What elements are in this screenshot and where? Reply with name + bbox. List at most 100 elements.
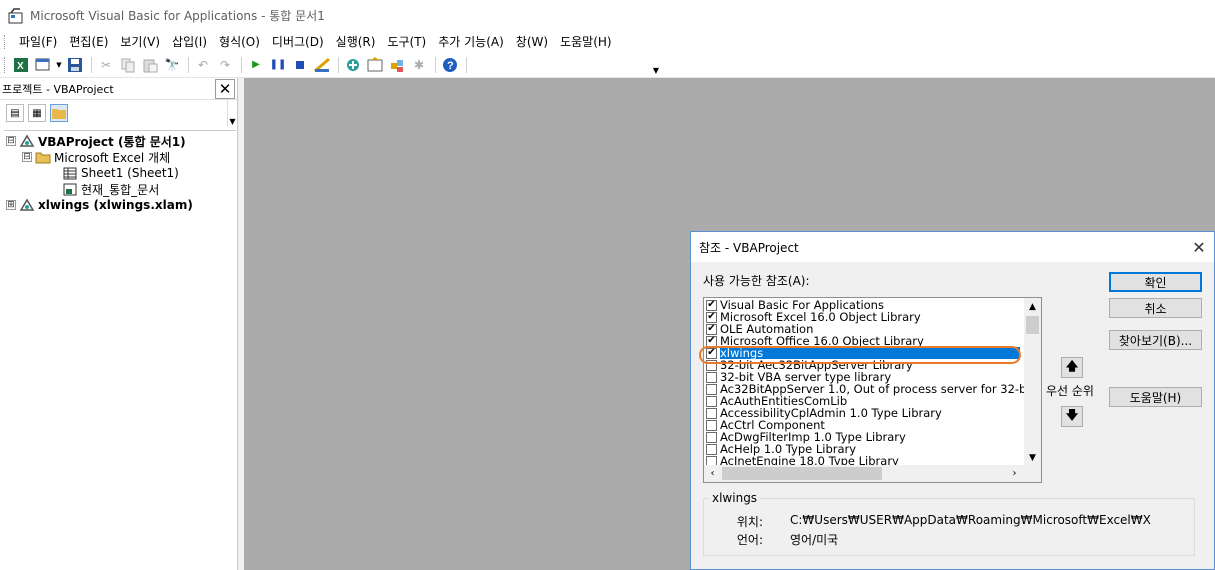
help-button[interactable]: 도움말(H) — [1109, 387, 1202, 407]
reference-checkbox[interactable] — [706, 419, 717, 431]
design-mode-icon[interactable] — [312, 55, 332, 75]
priority-label: 우선 순위 — [1046, 384, 1094, 398]
tree-item-sheet1[interactable]: Sheet1 (Sheet1) — [4, 165, 236, 181]
menubar-grip[interactable] — [4, 34, 7, 49]
menu-edit[interactable]: 편집(E) — [63, 33, 114, 50]
browse-button[interactable]: 찾아보기(B)... — [1109, 330, 1202, 350]
horizontal-scroll-thumb[interactable] — [722, 467, 882, 480]
view-excel-icon[interactable]: X — [11, 55, 31, 75]
xlwings-highlight-annotation — [699, 346, 1021, 364]
toolbox-icon[interactable]: ✱ — [409, 55, 429, 75]
scroll-down-icon[interactable]: ▼ — [1024, 449, 1041, 466]
menu-addins[interactable]: 추가 기능(A) — [432, 33, 510, 50]
tree-item-xlwings-project[interactable]: ⊞ xlwings (xlwings.xlam) — [4, 197, 236, 213]
cut-icon[interactable]: ✂ — [96, 55, 116, 75]
menu-tools[interactable]: 도구(T) — [381, 33, 432, 50]
language-row: 언어: 영어/미국 — [715, 531, 1150, 548]
location-row: 위치: C:₩Users₩USER₩AppData₩Roaming₩Micros… — [715, 513, 1152, 530]
tree-item-vbaproject[interactable]: ⊟ VBAProject (통합 문서1) — [4, 133, 236, 149]
folder-icon — [35, 150, 51, 164]
reference-checkbox[interactable]: ✔ — [706, 311, 717, 323]
dropdown-arrow-icon[interactable]: ▼ — [55, 55, 63, 75]
redo-icon[interactable]: ↷ — [215, 55, 235, 75]
view-code-icon[interactable]: ▤ — [6, 104, 24, 122]
reference-checkbox[interactable] — [706, 395, 717, 407]
project-explorer-panel: 프로젝트 - VBAProject ✕ ▤ ▦ ▼ ⊟ VBAProject (… — [0, 78, 238, 570]
references-horizontal-scrollbar[interactable]: ‹ › — [704, 465, 1041, 482]
dialog-title-bar: 참조 - VBAProject ✕ — [691, 232, 1214, 262]
menu-view[interactable]: 보기(V) — [114, 33, 166, 50]
reference-checkbox[interactable]: ✔ — [706, 323, 717, 335]
menu-bar: 파일(F) 편집(E) 보기(V) 삽입(I) 형식(O) 디버그(D) 실행(… — [0, 31, 1215, 52]
vba-app-icon — [8, 7, 24, 24]
reference-checkbox[interactable] — [706, 383, 717, 395]
menu-format[interactable]: 형식(O) — [213, 33, 266, 50]
standard-toolbar: X ▼ ✂ 🔭 ↶ ↷ ▶ ❚❚ ✱ ? ▼ — [0, 52, 1215, 78]
toolbar-options-arrow[interactable]: ▼ — [651, 55, 661, 75]
dialog-title: 참조 - VBAProject — [699, 240, 799, 255]
ok-button[interactable]: 확인 — [1109, 272, 1202, 292]
tools-scroll-arrow[interactable]: ▼ — [227, 100, 237, 126]
pause-icon[interactable]: ❚❚ — [268, 55, 288, 75]
tree-item-this-workbook[interactable]: 현재_통합_문서 — [4, 181, 236, 197]
paste-icon[interactable] — [140, 55, 160, 75]
reset-icon[interactable] — [290, 55, 310, 75]
scroll-up-icon[interactable]: ▲ — [1024, 298, 1041, 315]
object-browser-icon[interactable] — [387, 55, 407, 75]
svg-text:X: X — [17, 61, 24, 72]
toolbar-separator — [188, 56, 189, 73]
menu-run[interactable]: 실행(R) — [330, 33, 382, 50]
references-dialog: 참조 - VBAProject ✕ 사용 가능한 참조(A): ✔ Visual … — [690, 231, 1215, 570]
menu-file[interactable]: 파일(F) — [13, 33, 63, 50]
language-key: 언어: — [736, 533, 763, 547]
scroll-left-icon[interactable]: ‹ — [704, 465, 721, 482]
location-key: 위치: — [736, 515, 763, 529]
available-references-label: 사용 가능한 참조(A): — [703, 274, 810, 288]
tree-item-label: xlwings (xlwings.xlam) — [38, 198, 193, 212]
vba-project-icon — [19, 134, 35, 148]
priority-up-button[interactable]: 🡅 — [1061, 357, 1083, 378]
reference-checkbox[interactable] — [706, 443, 717, 455]
find-icon[interactable]: 🔭 — [162, 55, 182, 75]
tree-item-label: VBAProject (통합 문서1) — [38, 134, 186, 149]
help-icon[interactable]: ? — [440, 55, 460, 75]
scroll-right-icon[interactable]: › — [1006, 465, 1023, 482]
reference-checkbox[interactable] — [706, 431, 717, 443]
project-explorer-icon[interactable] — [343, 55, 363, 75]
undo-icon[interactable]: ↶ — [193, 55, 213, 75]
collapse-icon[interactable]: ⊟ — [22, 152, 32, 162]
run-icon[interactable]: ▶ — [246, 55, 266, 75]
menu-insert[interactable]: 삽입(I) — [166, 33, 213, 50]
reference-checkbox[interactable]: ✔ — [706, 335, 717, 347]
tree-item-label: Microsoft Excel 개체 — [54, 150, 171, 165]
sheet-icon — [62, 166, 78, 180]
expand-icon[interactable]: ⊞ — [6, 200, 16, 210]
properties-window-icon[interactable] — [365, 55, 385, 75]
menu-window[interactable]: 창(W) — [510, 33, 554, 50]
references-list[interactable]: ✔ Visual Basic For Applications ✔ Microsof… — [703, 297, 1042, 483]
vertical-scroll-thumb[interactable] — [1026, 316, 1039, 334]
reference-checkbox[interactable] — [706, 371, 717, 383]
reference-checkbox[interactable]: ✔ — [706, 299, 717, 311]
reference-info-title: xlwings — [709, 491, 761, 505]
window-title: Microsoft Visual Basic for Applications … — [30, 9, 325, 23]
reference-checkbox[interactable] — [706, 407, 717, 419]
menu-debug[interactable]: 디버그(D) — [266, 33, 330, 50]
insert-userform-icon[interactable] — [33, 55, 53, 75]
view-object-icon[interactable]: ▦ — [28, 104, 46, 122]
menu-help[interactable]: 도움말(H) — [554, 33, 618, 50]
project-explorer-tools: ▤ ▦ ▼ — [0, 100, 237, 126]
references-vertical-scrollbar[interactable]: ▲ ▼ — [1024, 298, 1041, 466]
tree-item-label: 현재_통합_문서 — [81, 182, 160, 197]
copy-icon[interactable] — [118, 55, 138, 75]
save-icon[interactable] — [65, 55, 85, 75]
priority-down-button[interactable]: 🡇 — [1061, 406, 1083, 427]
dialog-close-icon[interactable]: ✕ — [1184, 232, 1214, 262]
project-close-icon[interactable]: ✕ — [215, 78, 235, 99]
toggle-folders-icon[interactable] — [50, 104, 68, 122]
collapse-icon[interactable]: ⊟ — [6, 136, 16, 146]
toolbar-grip[interactable] — [4, 56, 7, 73]
tree-item-excel-objects[interactable]: ⊟ Microsoft Excel 개체 — [4, 149, 236, 165]
toolbar-separator — [91, 56, 92, 73]
cancel-button[interactable]: 취소 — [1109, 298, 1202, 318]
